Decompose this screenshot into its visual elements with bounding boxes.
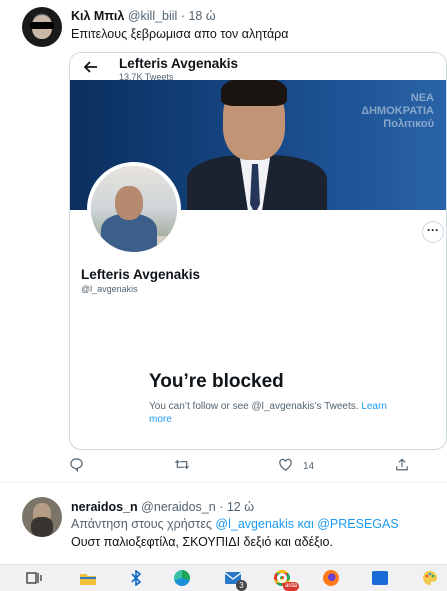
like-count: 14 [303,461,315,472]
separator: · [219,500,224,514]
tweet-text: Επιτελους ξεβρωμισα απο τον αλητάρα [71,27,289,41]
share-icon[interactable] [395,457,409,475]
timestamp[interactable]: 12 ώ [227,500,254,514]
mention-link[interactable]: @l_avgenakis [215,517,294,531]
handle[interactable]: @kill_biil [128,9,178,23]
tweet-actions: 14 [0,457,447,479]
chrome-icon[interactable]: arda [270,567,299,591]
profile-name-header: Lefteris Avgenakis [119,56,239,71]
profile-name: Lefteris Avgenakis [81,267,201,282]
profile-handle: @l_avgenakis [81,284,138,294]
avatar[interactable] [22,497,62,537]
profile-avatar [87,162,181,256]
mention-link[interactable]: @PRESEGAS [317,517,398,531]
like-icon[interactable] [278,457,293,475]
arrow-left-icon [83,60,98,77]
avatar[interactable] [22,7,62,47]
file-explorer-icon[interactable] [76,567,100,589]
blocked-description: You can’t follow or see @l_avgenakis’s T… [149,400,389,426]
blocked-text: You can’t follow or see @l_avgenakis’s T… [149,401,359,412]
bluetooth-icon[interactable] [124,567,148,589]
store-icon[interactable] [368,567,392,589]
edge-icon[interactable] [170,567,194,589]
blocked-title: You’re blocked [149,371,284,392]
chrome-badge: arda [282,582,299,591]
paint-icon[interactable] [418,567,442,589]
tweet-header: Κιλ Μπιλ @kill_biil · 18 ώ [71,9,216,23]
tweet[interactable]: Κιλ Μπιλ @kill_biil · 18 ώ Επιτελους ξεβ… [0,0,447,483]
reply-and: και [297,517,314,531]
mail-icon[interactable]: 3 [221,567,247,591]
task-view-icon[interactable] [22,567,46,589]
separator: · [180,9,185,23]
display-name[interactable]: neraidos_n [71,500,138,514]
retweet-icon[interactable] [174,457,190,475]
reply-icon[interactable] [69,457,84,475]
mail-badge: 3 [236,580,247,591]
timestamp[interactable]: 18 ώ [188,9,215,23]
reply-to: Απάντηση στους χρήστες @l_avgenakis και … [71,517,399,531]
reply-prefix: Απάντηση στους χρήστες [71,517,212,531]
more-options-icon: ··· [422,221,444,243]
display-name[interactable]: Κιλ Μπιλ [71,9,124,23]
tweet-text: Ουστ παλιοξεφτίλα, ΣΚΟΥΠΙΔΙ δεξιό και αδ… [71,535,333,549]
handle[interactable]: @neraidos_n [141,500,216,514]
banner-text: ΝΕΑ ΔΗΜΟΚΡΑΤΙΑ Πολιτικού [361,92,434,130]
embedded-image[interactable]: Lefteris Avgenakis 13.7K Tweets ΝΕΑ ΔΗΜΟ… [69,52,447,450]
tweet-header: neraidos_n @neraidos_n · 12 ώ [71,500,254,514]
taskbar: 3 arda [0,564,447,591]
firefox-icon[interactable] [319,567,343,589]
